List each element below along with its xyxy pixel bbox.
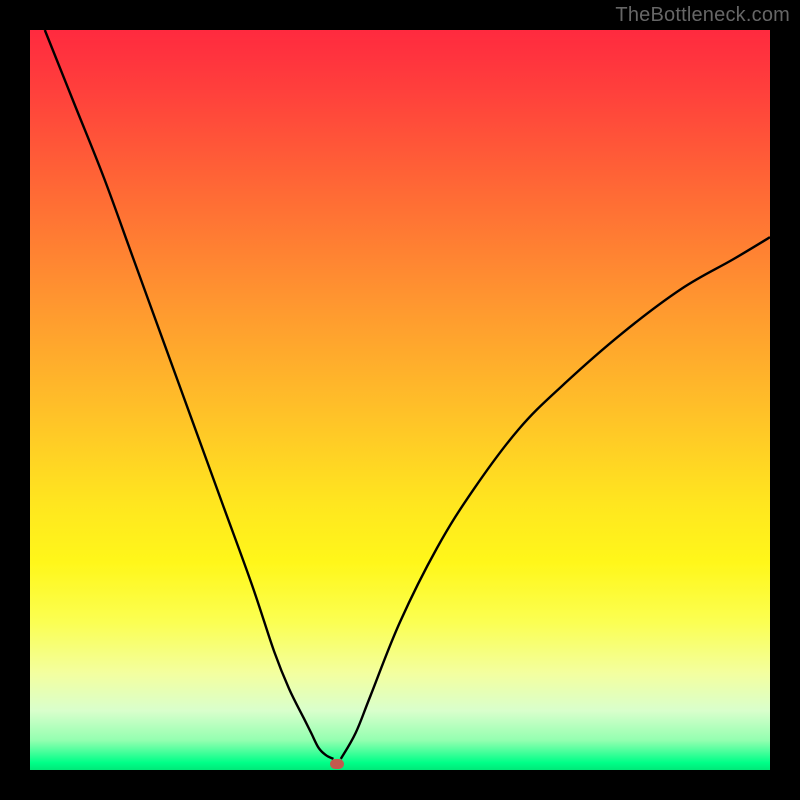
minimum-marker: [330, 759, 344, 769]
curve-right-branch: [341, 237, 770, 759]
chart-plot-area: [30, 30, 770, 770]
bottleneck-curve: [30, 30, 770, 770]
watermark-text: TheBottleneck.com: [615, 4, 790, 27]
curve-left-branch: [45, 30, 334, 759]
